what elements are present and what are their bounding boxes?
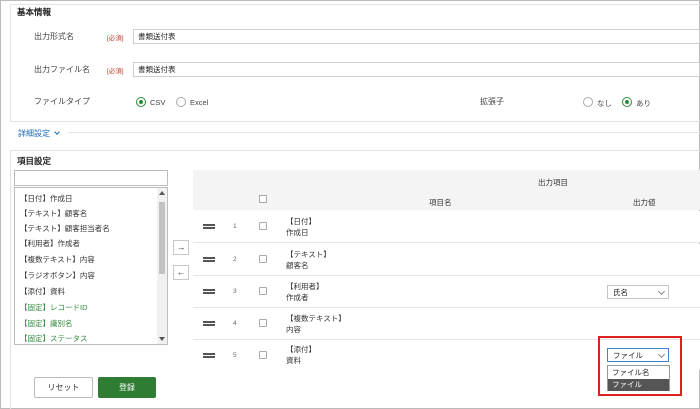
row-number: 1 — [233, 223, 237, 230]
select-all-checkbox[interactable] — [259, 195, 267, 203]
row-name: 内容 — [286, 325, 301, 334]
file-type-csv-radio[interactable] — [136, 97, 146, 107]
output-items-group-header: 出力項目 — [538, 178, 568, 187]
row-checkbox[interactable] — [259, 287, 267, 295]
list-item[interactable]: 【添付】資料 — [20, 286, 65, 297]
row-type: 【利用者】 — [286, 282, 324, 291]
drag-handle-icon[interactable] — [203, 353, 215, 358]
row-number: 4 — [233, 320, 237, 327]
row-name: 資料 — [286, 356, 301, 365]
extension-label: 拡張子 — [480, 97, 504, 106]
arrow-right-icon: → — [176, 242, 186, 252]
reset-button[interactable]: リセット — [34, 377, 93, 398]
extension-none-label: なし — [597, 99, 612, 108]
list-scrollbar[interactable] — [157, 188, 167, 344]
file-type-csv-label: CSV — [150, 98, 166, 107]
table-row[interactable]: 1 【日付】 作成日 — [193, 211, 700, 243]
list-item[interactable]: 【固定】ステータス — [20, 333, 88, 344]
output-format-input[interactable]: 書類送付表 — [133, 29, 700, 44]
row-checkbox[interactable] — [259, 255, 267, 263]
available-items-list[interactable]: 【日付】作成日 【テキスト】顧客名 【テキスト】顧客担当者名 【利用者】作成者 … — [14, 187, 168, 345]
list-item[interactable]: 【利用者】作成者 — [20, 238, 80, 249]
output-file-required: [必須] — [107, 68, 124, 75]
row-checkbox[interactable] — [259, 319, 267, 327]
extension-yes-label: あり — [636, 99, 651, 108]
row-name: 作成日 — [286, 228, 309, 237]
file-type-excel-label: Excel — [190, 98, 209, 107]
arrow-left-icon: ← — [176, 267, 186, 277]
row-number: 2 — [233, 256, 237, 263]
drag-handle-icon[interactable] — [203, 257, 215, 262]
move-left-button[interactable]: ← — [173, 265, 189, 280]
output-value-selected: 氏名 — [613, 288, 628, 297]
row-type: 【テキスト】 — [286, 250, 331, 259]
list-item[interactable]: 【テキスト】顧客名 — [20, 208, 87, 219]
output-format-required: [必須] — [107, 35, 124, 42]
row-name: 作成者 — [286, 293, 309, 302]
row-number: 3 — [233, 288, 237, 295]
column-header-output: 出力値 — [633, 198, 656, 207]
move-right-button[interactable]: → — [173, 240, 189, 255]
drag-handle-icon[interactable] — [203, 224, 215, 229]
list-item[interactable]: 【固定】レコードID — [20, 302, 88, 313]
register-button[interactable]: 登録 — [98, 377, 156, 398]
output-format-label: 出力形式名 — [34, 32, 74, 41]
output-file-input[interactable]: 書類送付表 — [133, 62, 700, 77]
divider — [68, 132, 700, 133]
highlight-annotation-box — [598, 336, 682, 396]
output-value-select[interactable]: 氏名 — [607, 285, 669, 299]
table-header: 出力項目 項目名 出力値 — [193, 170, 700, 210]
scroll-down-icon[interactable] — [159, 337, 165, 341]
list-item[interactable]: 【テキスト】顧客担当者名 — [20, 223, 110, 234]
file-type-excel-radio[interactable] — [176, 97, 186, 107]
chevron-down-icon — [657, 287, 666, 296]
scrollbar-thumb[interactable] — [159, 202, 165, 274]
row-checkbox[interactable] — [259, 351, 267, 359]
extension-yes-radio[interactable] — [622, 97, 632, 107]
list-item[interactable]: 【複数テキスト】内容 — [20, 254, 95, 265]
item-search-input[interactable] — [14, 170, 168, 186]
row-checkbox[interactable] — [259, 222, 267, 230]
row-type: 【複数テキスト】 — [286, 314, 346, 323]
output-file-label: 出力ファイル名 — [34, 65, 90, 74]
column-header-name: 項目名 — [429, 198, 452, 207]
item-settings-title: 項目設定 — [17, 156, 52, 166]
list-item[interactable]: 【日付】作成日 — [20, 193, 73, 204]
row-type: 【日付】 — [286, 217, 316, 226]
table-row[interactable]: 3 【利用者】 作成者 氏名 — [193, 276, 700, 308]
basic-info-title: 基本情報 — [17, 7, 52, 17]
list-item[interactable]: 【ラジオボタン】内容 — [20, 270, 95, 281]
scroll-up-icon[interactable] — [159, 191, 165, 195]
table-row[interactable]: 2 【テキスト】 顧客名 — [193, 244, 700, 276]
extension-none-radio[interactable] — [583, 97, 593, 107]
row-name: 顧客名 — [286, 261, 309, 270]
row-type: 【添付】 — [286, 345, 316, 354]
drag-handle-icon[interactable] — [203, 321, 215, 326]
row-number: 5 — [233, 352, 237, 359]
file-type-label: ファイルタイプ — [34, 97, 90, 106]
detail-settings-link[interactable]: 詳細設定 — [18, 128, 61, 139]
chevron-down-icon — [54, 129, 61, 135]
drag-handle-icon[interactable] — [203, 289, 215, 294]
detail-settings-label: 詳細設定 — [18, 129, 50, 138]
list-item[interactable]: 【固定】識別名 — [20, 318, 73, 329]
